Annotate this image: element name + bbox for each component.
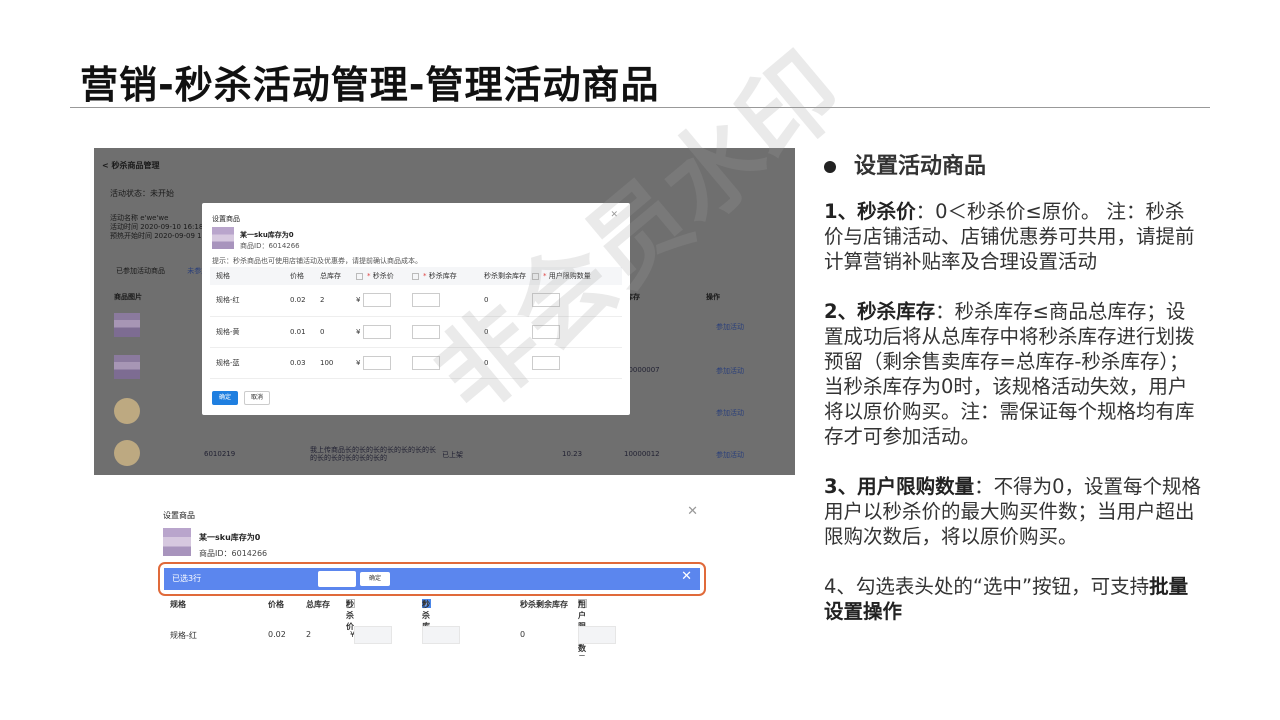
table-row: 规格-蓝 0.03 100 ¥ 0 [210,347,622,379]
seckill-price-input[interactable] [362,324,391,339]
bullet-icon [824,160,836,173]
batch-value-input[interactable] [318,571,356,587]
close-icon[interactable]: ✕ [681,569,692,584]
product-image [212,227,234,249]
select-checkbox[interactable] [532,272,539,280]
notes-panel: 设置活动商品 1、秒杀价：0＜秒杀价≤原价。 注：秒杀价与店铺活动、店铺优惠券可… [824,154,1204,649]
close-icon[interactable]: ✕ [687,504,698,519]
product-thumbnail [114,313,140,337]
title-divider [70,107,1210,108]
batch-set-screenshot: 设置商品 ✕ 某一sku库存为0 商品ID：6014266 已选3行 确定 ✕ … [154,500,710,656]
dialog-title: 设置商品 [163,511,195,520]
bg-product-id: 6010219 [204,450,236,458]
note-purchase-limit: 3、用户限购数量：不得为0，设置每个规格用户以秒杀价的最大购买件数；当用户超出限… [824,475,1201,548]
tab-joined[interactable]: 已参加活动商品 [116,267,165,275]
table-row: 规格-红 0.02 2 ¥ 0 [210,285,622,317]
seckill-price-input[interactable] [354,626,392,644]
table-header: 规格 价格 总库存 * 秒杀价 * 秒杀库存 秒杀剩余库存 * 用户限购数量 [210,267,622,285]
product-thumbnail [114,355,140,379]
select-checkbox[interactable] [412,272,419,280]
dialog-title: 设置商品 [212,215,240,223]
bg-price: 10.23 [562,450,583,458]
limit-input[interactable] [578,626,616,644]
table-header: 规格 价格 总库存 * 秒杀价 ✓* 秒杀库存 秒杀剩余库存 * 用户限购数量 [170,599,587,656]
selected-count: 已选3行 [172,574,202,583]
join-activity-link[interactable]: 参加活动 [716,408,744,418]
join-activity-link[interactable]: 参加活动 [716,322,744,332]
product-thumbnail [114,440,140,466]
note-seckill-stock: 2、秒杀库存：秒杀库存≤商品总库存；设置成功后将从总库存中将秒杀库存进行划拨预留… [824,300,1195,448]
set-product-dialog: 设置商品 ✕ 某一sku库存为0 商品ID：6014266 提示：秒杀商品也可使… [202,203,630,415]
seckill-stock-input[interactable] [412,324,440,339]
seckill-price-input[interactable] [362,293,391,308]
activity-status: 活动状态：未开始 [110,189,174,198]
note-seckill-price: 1、秒杀价：0＜秒杀价≤原价。 注：秒杀价与店铺活动、店铺优惠券可共用，请提前计… [824,200,1195,273]
batch-action-bar: 已选3行 确定 ✕ [164,568,700,590]
product-image [163,528,191,556]
seckill-stock-input[interactable] [412,293,440,308]
cancel-button[interactable]: 取消 [244,391,270,405]
page-title: 营销-秒杀活动管理-管理活动商品 [80,63,660,107]
confirm-button[interactable]: 确定 [212,391,238,405]
product-thumbnail [114,398,140,424]
close-icon[interactable]: ✕ [610,210,618,220]
seckill-stock-input[interactable] [422,626,460,644]
sku-table: 规格 价格 总库存 * 秒杀价 * 秒杀库存 秒杀剩余库存 * 用户限购数量 规… [210,267,622,379]
notes-heading: 设置活动商品 [824,154,1204,179]
join-activity-link[interactable]: 参加活动 [716,366,744,376]
seckill-price-input[interactable] [362,355,391,370]
product-name: 某一sku库存为0 [199,533,261,542]
bg-product-desc: 我上传商品长的长的长的长的长的长的长的长的长的长的长的长的 [310,446,436,462]
product-id: 商品ID：6014266 [240,242,300,250]
join-activity-link[interactable]: 参加活动 [716,450,744,460]
bg-status: 已上架 [442,451,463,459]
note-batch-select: 4、勾选表头处的“选中”按钮，可支持批量设置操作 [824,575,1189,623]
dialog-tip: 提示：秒杀商品也可使用店铺活动及优惠券，请提前确认商品成本。 [212,257,422,265]
seckill-stock-input[interactable] [412,355,440,370]
seckill-manage-screenshot: < 秒杀商品管理 活动状态：未开始 活动名称 e'we'we 活动时间 2020… [94,148,795,475]
batch-confirm-button[interactable]: 确定 [360,572,390,586]
limit-input[interactable] [532,355,560,370]
product-id: 商品ID：6014266 [199,549,268,558]
limit-input[interactable] [532,324,560,339]
product-name: 某一sku库存为0 [240,231,294,239]
back-title[interactable]: < 秒杀商品管理 [102,160,160,171]
limit-input[interactable] [532,293,560,308]
table-row: 规格-黄 0.01 0 ¥ 0 [210,316,622,348]
bg-stock: 10000012 [624,450,660,458]
select-checkbox[interactable] [356,272,363,280]
